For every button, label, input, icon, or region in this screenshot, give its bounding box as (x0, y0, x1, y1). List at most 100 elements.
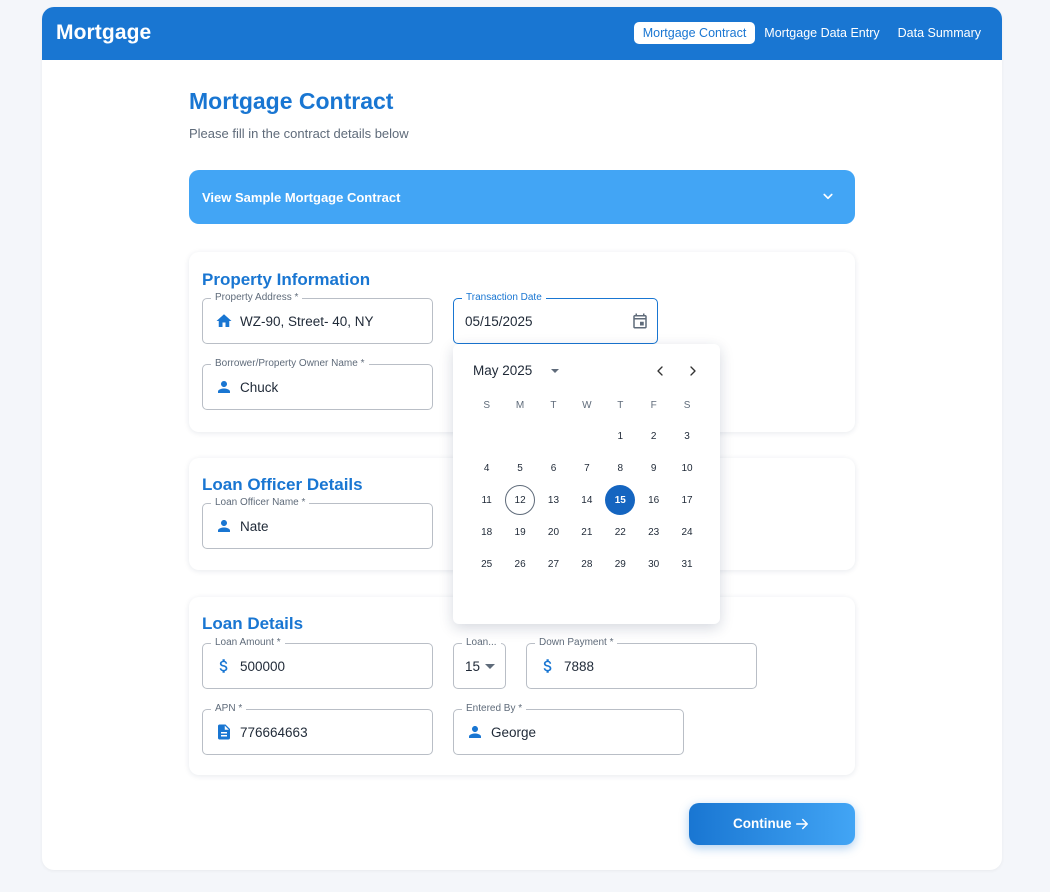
entered-by-value: George (491, 725, 537, 740)
calendar-day[interactable]: 19 (503, 516, 536, 548)
calendar-month-label[interactable]: May 2025 (473, 363, 532, 378)
chevron-left-icon[interactable] (652, 363, 668, 379)
calendar-day[interactable]: 14 (570, 484, 603, 516)
calendar-day-number: 8 (617, 462, 624, 474)
transaction-date-field[interactable]: Transaction Date 05/15/2025 (453, 292, 658, 344)
calendar-day-number: 1 (617, 430, 624, 442)
calendar-day[interactable]: 27 (537, 548, 570, 580)
transaction-date-value: 05/15/2025 (465, 314, 533, 329)
chevron-right-icon[interactable] (685, 363, 701, 379)
calendar-day[interactable]: 4 (470, 452, 503, 484)
calendar-day[interactable]: 17 (670, 484, 703, 516)
calendar-empty-cell (503, 420, 536, 452)
calendar-day-number: 4 (483, 462, 490, 474)
calendar-day-number: 5 (517, 462, 523, 474)
weekday-label: S (483, 400, 491, 411)
calendar-day[interactable]: 31 (670, 548, 703, 580)
calendar-day[interactable]: 11 (470, 484, 503, 516)
calendar-icon[interactable] (631, 312, 649, 330)
calendar-day-number (572, 421, 602, 451)
page-subtitle: Please fill in the contract details belo… (189, 126, 409, 141)
document-icon (218, 724, 230, 740)
calendar-day-number: 13 (547, 494, 560, 506)
calendar-empty-cell (570, 420, 603, 452)
calendar-day[interactable]: 26 (503, 548, 536, 580)
dollar-icon (543, 659, 552, 673)
owner-name-field[interactable]: Borrower/Property Owner Name * Chuck (202, 358, 433, 410)
nav-mortgage-contract[interactable]: Mortgage Contract (633, 22, 756, 44)
continue-button[interactable]: Continue (689, 803, 855, 845)
calendar-day-number: 27 (547, 558, 560, 570)
calendar-day[interactable]: 23 (637, 516, 670, 548)
calendar-day-number: 11 (481, 494, 492, 506)
calendar-day[interactable]: 24 (670, 516, 703, 548)
calendar-day[interactable]: 22 (604, 516, 637, 548)
loan-details-title: Loan Details (202, 614, 304, 633)
transaction-date-label: Transaction Date (462, 292, 546, 304)
calendar-day[interactable]: 29 (604, 548, 637, 580)
loan-term-select[interactable]: Loan... 15 (453, 637, 506, 689)
calendar-day-number: 30 (648, 558, 660, 570)
calendar-day-number: 23 (648, 526, 660, 538)
down-payment-field[interactable]: Down Payment * 7888 (526, 637, 757, 689)
dollar-icon (219, 659, 228, 673)
weekday-label: M (515, 400, 525, 411)
calendar-day-number: 31 (681, 558, 693, 570)
month-dropdown-caret-icon[interactable] (551, 369, 559, 373)
calendar-grid: S M T W T F S 1 2 3 4 5 6 7 8 9 10 11 12 13 14 15 16 17 1… (470, 392, 704, 580)
calendar-day-number (538, 421, 568, 451)
loan-amount-label: Loan Amount * (211, 637, 285, 649)
nav-mortgage-data-entry[interactable]: Mortgage Data Entry (755, 22, 888, 44)
calendar-day[interactable]: 10 (670, 452, 703, 484)
calendar-day-number: 7 (584, 462, 590, 474)
brand-title: Mortgage (56, 21, 152, 44)
calendar-empty-cell (537, 420, 570, 452)
dropdown-caret-icon (485, 664, 495, 669)
calendar-week-row: 25 26 27 28 29 30 31 (470, 548, 704, 580)
apn-field[interactable]: APN * 776664663 (202, 703, 433, 755)
calendar-day[interactable]: 9 (637, 452, 670, 484)
down-payment-label: Down Payment * (535, 637, 618, 649)
calendar-day[interactable]: 28 (570, 548, 603, 580)
calendar-day[interactable]: 6 (537, 452, 570, 484)
entered-by-field[interactable]: Entered By * George (453, 703, 684, 755)
date-picker-popup: May 2025 S M T W T F S 1 2 3 4 5 6 7 8 9 10 11 12 13… (453, 344, 720, 624)
calendar-day[interactable]: 20 (537, 516, 570, 548)
calendar-day[interactable]: 21 (570, 516, 603, 548)
calendar-day[interactable]: 30 (637, 548, 670, 580)
weekday-label: F (650, 400, 657, 411)
calendar-day[interactable]: 25 (470, 548, 503, 580)
property-address-label: Property Address * (211, 292, 303, 304)
calendar-day[interactable]: 2 (637, 420, 670, 452)
calendar-day-number: 6 (550, 462, 557, 474)
weekday-label: W (582, 400, 592, 411)
calendar-week-row: 4 5 6 7 8 9 10 (470, 452, 704, 484)
calendar-day-number: 20 (547, 526, 560, 538)
app-bar: Mortgage Mortgage Contract Mortgage Data… (42, 7, 1002, 60)
sample-contract-accordion[interactable]: View Sample Mortgage Contract (189, 170, 855, 224)
loan-officer-title: Loan Officer Details (202, 475, 363, 494)
calendar-day[interactable]: 5 (503, 452, 536, 484)
calendar-week-row: 11 12 13 14 15 16 17 (470, 484, 704, 516)
calendar-day-number: 21 (581, 526, 593, 538)
calendar-day-number: 15 (605, 485, 636, 515)
chevron-down-icon (823, 193, 833, 200)
loan-amount-field[interactable]: Loan Amount * 500000 (202, 637, 433, 689)
calendar-weekday-header: S M T W T F S (470, 392, 704, 420)
calendar-day[interactable]: 13 (537, 484, 570, 516)
nav-data-summary[interactable]: Data Summary (889, 22, 990, 44)
property-address-value: WZ-90, Street- 40, NY (240, 314, 374, 329)
person-icon (218, 381, 230, 393)
calendar-day[interactable]: 12 (503, 484, 536, 516)
calendar-day[interactable]: 18 (470, 516, 503, 548)
calendar-day[interactable]: 1 (604, 420, 637, 452)
calendar-day[interactable]: 15 (604, 484, 637, 516)
calendar-day[interactable]: 16 (637, 484, 670, 516)
top-nav: Mortgage Contract Mortgage Data Entry Da… (633, 22, 990, 44)
loan-officer-name-field[interactable]: Loan Officer Name * Nate (202, 497, 433, 549)
calendar-day[interactable]: 8 (604, 452, 637, 484)
property-address-field[interactable]: Property Address * WZ-90, Street- 40, NY (202, 292, 433, 344)
calendar-day[interactable]: 3 (670, 420, 703, 452)
calendar-day-number: 24 (681, 526, 693, 538)
calendar-day[interactable]: 7 (570, 452, 603, 484)
